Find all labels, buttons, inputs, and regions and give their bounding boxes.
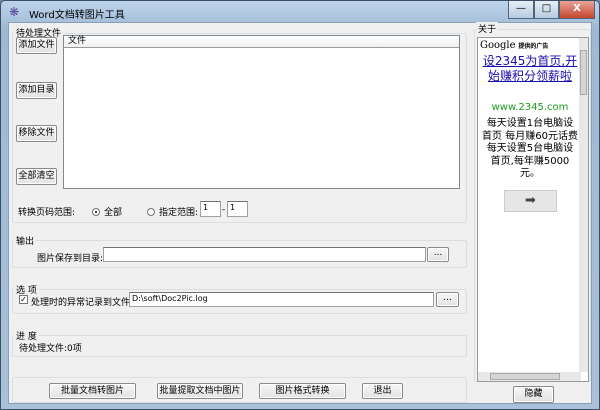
maximize-button[interactable]: □: [534, 1, 559, 19]
vertical-scroll-thumb[interactable]: [580, 50, 587, 95]
output-label: 输出: [14, 234, 37, 247]
ad-arrow-button[interactable]: ➡: [504, 190, 557, 212]
add-file-button[interactable]: 添加文件: [16, 37, 57, 54]
google-logo: Google: [480, 40, 516, 51]
window-title: Word文档转图片工具: [29, 10, 125, 21]
ad-headline-link[interactable]: 设2345为首页,开始赚积分领薪啦: [480, 54, 580, 84]
ad-panel: Google 提供的广告 设2345为首页,开始赚积分领薪啦 www.2345.…: [477, 37, 589, 382]
ad-provider: Google 提供的广告: [480, 40, 548, 51]
log-path-input[interactable]: D:\soft\Doc2Pic.log: [129, 292, 434, 307]
about-label: 关于: [476, 22, 499, 35]
log-browse-button[interactable]: ...: [436, 292, 459, 307]
range-label: 转换页码范围:: [18, 208, 76, 218]
radio-specified-label: 指定范围:: [159, 208, 199, 218]
progress-status: 待处理文件:0项: [19, 344, 82, 354]
batch-convert-button[interactable]: 批量文档转图片: [49, 383, 136, 399]
hide-button[interactable]: 隐藏: [513, 386, 554, 403]
log-label: 处理时的异常记录到文件:: [31, 298, 134, 308]
vertical-scrollbar[interactable]: [579, 38, 588, 372]
horizontal-scroll-thumb[interactable]: [490, 373, 560, 380]
ad-url[interactable]: www.2345.com: [480, 102, 580, 113]
range-dash: -: [222, 205, 226, 215]
ad-provider-suffix: 提供的广告: [518, 43, 549, 50]
radio-all-label: 全部: [104, 208, 123, 218]
minimize-button[interactable]: —: [508, 1, 534, 19]
save-dir-label: 图片保存到目录:: [37, 254, 104, 264]
radio-all-indicator[interactable]: [92, 207, 100, 216]
remove-file-button[interactable]: 移除文件: [16, 125, 57, 142]
file-column-header[interactable]: 文件: [64, 36, 459, 48]
add-directory-button[interactable]: 添加目录: [16, 82, 57, 99]
app-icon: ❋: [9, 5, 20, 19]
log-checkbox[interactable]: ✓: [19, 295, 28, 304]
exit-button[interactable]: 退出: [362, 383, 403, 399]
batch-extract-button[interactable]: 批量提取文档中图片: [157, 383, 243, 399]
save-dir-browse-button[interactable]: ...: [427, 247, 449, 262]
radio-specified-indicator[interactable]: [147, 207, 155, 216]
clear-all-button[interactable]: 全部清空: [16, 168, 57, 185]
save-dir-input[interactable]: [103, 247, 426, 262]
horizontal-scrollbar[interactable]: [478, 372, 581, 381]
close-button[interactable]: X: [559, 1, 595, 19]
format-convert-button[interactable]: 图片格式转换: [259, 383, 346, 399]
range-to-input[interactable]: 1: [227, 201, 248, 217]
ad-body: 每天设置1台电脑设首页 每月赚60元话费 每天设置5台电脑设首页,每年赚5000…: [482, 118, 578, 179]
file-list[interactable]: 文件: [63, 35, 460, 189]
radio-all[interactable]: 全部: [92, 205, 122, 218]
radio-specified[interactable]: 指定范围:: [147, 205, 198, 218]
range-from-input[interactable]: 1: [200, 201, 221, 217]
